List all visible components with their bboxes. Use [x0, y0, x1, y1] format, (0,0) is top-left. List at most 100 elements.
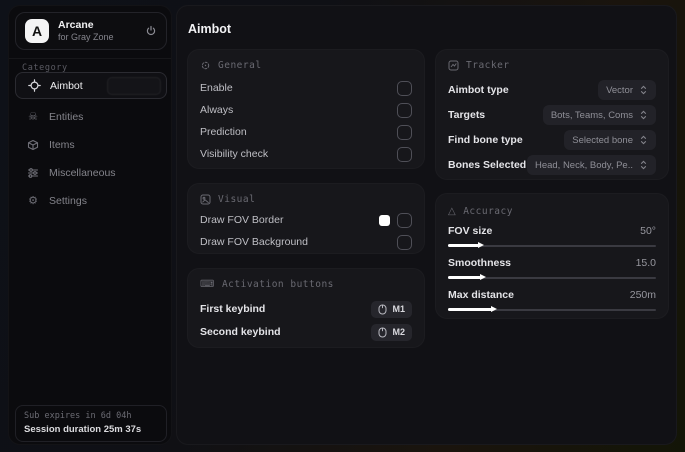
slider-fill [448, 306, 497, 312]
accuracy-title: Accuracy [463, 206, 513, 217]
keybind-value: M2 [392, 327, 405, 337]
sidebar-item-settings[interactable]: ⚙ Settings [15, 187, 167, 214]
activation-card: ⌨ Activation buttons First keybind M1 Se… [187, 268, 425, 348]
sidebar-item-items[interactable]: Items [15, 131, 167, 158]
setting-row: Bones Selected Head, Neck, Body, Pe.. [448, 155, 656, 175]
image-icon [200, 194, 211, 205]
page-title: Aimbot [188, 22, 232, 36]
sidebar: A Arcane for Gray Zone Category Aimbot ☠… [8, 5, 172, 445]
main-panel: Aimbot General Enable Always Prediction … [176, 5, 677, 445]
second-keybind-button[interactable]: M2 [371, 323, 412, 341]
draw-fov-border-checkbox[interactable] [397, 212, 412, 228]
first-keybind-button[interactable]: M1 [371, 300, 412, 318]
select-value: Selected bone [572, 134, 633, 146]
setting-row: Find bone type Selected bone [448, 130, 656, 150]
sidebar-item-label: Items [49, 138, 75, 151]
smoothness-value: 15.0 [635, 257, 656, 269]
box-icon [26, 139, 40, 151]
always-checkbox[interactable] [397, 102, 412, 118]
slider-label-row: FOV size 50° [448, 223, 656, 239]
setting-row: Always [200, 101, 412, 119]
second-keybind-label: Second keybind [200, 326, 281, 338]
aimbot-type-select[interactable]: Vector [598, 80, 656, 100]
always-label: Always [200, 104, 234, 116]
prediction-label: Prediction [200, 126, 247, 138]
unfold-icon [639, 135, 648, 145]
setting-row: Visibility check [200, 145, 412, 163]
smoothness-slider[interactable] [448, 274, 656, 282]
app-name: Arcane [58, 18, 94, 31]
select-value: Bots, Teams, Coms [550, 109, 633, 121]
app-subtitle: for Gray Zone [58, 31, 114, 42]
draw-fov-background-label: Draw FOV Background [200, 236, 308, 248]
select-value: Head, Neck, Body, Pe.. [534, 159, 633, 171]
max-distance-value: 250m [629, 289, 656, 301]
fov-border-color-swatch[interactable] [379, 214, 390, 226]
max-distance-label: Max distance [448, 289, 514, 301]
ghost-artifact [107, 77, 161, 95]
keybind-value: M1 [392, 304, 405, 314]
gear-icon: ⚙ [28, 194, 38, 207]
sidebar-item-miscellaneous[interactable]: Miscellaneous [15, 159, 167, 186]
find-bone-type-label: Find bone type [448, 134, 523, 146]
session-duration-text: Session duration 25m 37s [24, 424, 142, 435]
setting-row: Aimbot type Vector [448, 80, 656, 100]
unfold-icon [639, 110, 648, 120]
skull-icon: ☠ [28, 110, 38, 123]
accuracy-card: △ Accuracy FOV size 50° Smoothness 15.0 … [435, 193, 669, 319]
visual-title: Visual [218, 194, 256, 205]
targets-label: Targets [448, 109, 486, 121]
mouse-icon [378, 304, 387, 315]
trend-icon [448, 60, 459, 71]
unfold-icon [639, 85, 648, 95]
general-title: General [218, 60, 262, 71]
keyboard-icon: ⌨ [200, 278, 215, 290]
setting-row: Draw FOV Background [200, 233, 412, 251]
sidebar-item-label: Settings [49, 194, 87, 207]
activation-title: Activation buttons [221, 279, 334, 290]
sidebar-divider [9, 58, 171, 59]
setting-row: Prediction [200, 123, 412, 141]
triangle-icon: △ [448, 205, 457, 217]
setting-row: First keybind M1 [200, 300, 412, 318]
setting-row: Second keybind M2 [200, 323, 412, 341]
find-bone-type-select[interactable]: Selected bone [564, 130, 656, 150]
general-card: General Enable Always Prediction Visibil… [187, 49, 425, 169]
fov-size-slider[interactable] [448, 242, 656, 250]
desktop-background: A Arcane for Gray Zone Category Aimbot ☠… [0, 0, 685, 452]
fov-size-label: FOV size [448, 225, 493, 237]
sidebar-item-label: Entities [49, 110, 84, 123]
mouse-icon [378, 327, 387, 338]
crosshair-dashed-icon [200, 60, 211, 71]
sidebar-item-label: Miscellaneous [49, 166, 116, 179]
setting-row: Enable [200, 79, 412, 97]
select-value: Vector [606, 84, 633, 96]
tracker-card: Tracker Aimbot type Vector Targets Bots,… [435, 49, 669, 180]
fov-size-value: 50° [640, 225, 656, 237]
enable-checkbox[interactable] [397, 80, 412, 96]
targets-select[interactable]: Bots, Teams, Coms [542, 105, 656, 125]
prediction-checkbox[interactable] [397, 124, 412, 140]
slider-label-row: Max distance 250m [448, 287, 656, 303]
subscription-info: Sub expires in 6d 04h Session duration 2… [15, 405, 167, 442]
first-keybind-label: First keybind [200, 303, 266, 315]
visual-card: Visual Draw FOV Border Draw FOV Backgrou… [187, 183, 425, 254]
aimbot-type-label: Aimbot type [448, 84, 509, 96]
power-icon[interactable] [145, 25, 157, 37]
setting-row: Targets Bots, Teams, Coms [448, 105, 656, 125]
bones-selected-select[interactable]: Head, Neck, Body, Pe.. [526, 155, 656, 175]
sidebar-item-aimbot[interactable]: Aimbot [15, 72, 167, 99]
visibility-check-label: Visibility check [200, 148, 269, 160]
enable-label: Enable [200, 82, 233, 94]
visibility-check-checkbox[interactable] [397, 146, 412, 162]
sidebar-item-label: Aimbot [50, 79, 83, 92]
draw-fov-background-checkbox[interactable] [397, 234, 412, 250]
unfold-icon [639, 160, 648, 170]
max-distance-slider[interactable] [448, 306, 656, 314]
brand-card: A Arcane for Gray Zone [15, 12, 167, 50]
sliders-icon [26, 167, 40, 179]
app-logo: A [25, 19, 49, 43]
sub-expiry-text: Sub expires in 6d 04h [24, 411, 132, 421]
bones-selected-label: Bones Selected [448, 159, 527, 171]
sidebar-item-entities[interactable]: ☠ Entities [15, 103, 167, 130]
